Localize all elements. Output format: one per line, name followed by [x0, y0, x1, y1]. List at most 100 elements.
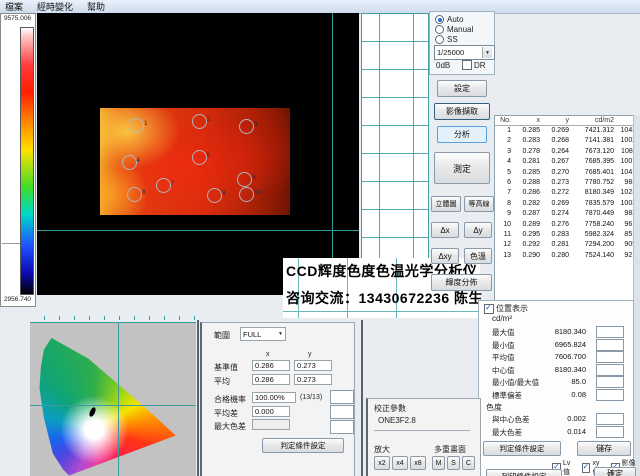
zoom-x4-button[interactable]: x4: [392, 456, 408, 470]
position-display-label: 位置表示: [496, 303, 528, 314]
indicator-box: [596, 389, 624, 401]
print-condition-button[interactable]: 列印條件設定: [486, 469, 562, 476]
menu-item-help[interactable]: 幫助: [87, 0, 105, 13]
indicator-box: [596, 426, 624, 438]
ok-button[interactable]: 確定: [594, 467, 636, 476]
contour-button[interactable]: 等高線: [464, 196, 494, 212]
measure-point-marker: 7: [156, 178, 171, 193]
table-row[interactable]: 20.2830.2687141.38110025: [495, 136, 640, 146]
table-row[interactable]: 10.2850.2697421.31210434: [495, 126, 640, 137]
view-3d-button[interactable]: 立體圖: [431, 196, 461, 212]
dr-checkbox[interactable]: DR: [462, 60, 486, 70]
reference-x-field[interactable]: 0.286: [252, 360, 290, 371]
indicator-box: [596, 326, 624, 338]
table-row[interactable]: 130.2900.2807524.1409217: [495, 251, 640, 261]
stat-label: 平均值: [492, 352, 515, 363]
table-cell: 3: [495, 147, 512, 157]
grid-line: [413, 14, 414, 296]
image-capture-button[interactable]: 影像擷取: [434, 103, 490, 120]
delta-y-button[interactable]: Δy: [464, 222, 492, 238]
stat-row: 最小值/最大值85.0: [478, 376, 632, 389]
table-cell: 1: [495, 126, 512, 137]
position-display-checkbox[interactable]: 位置表示: [484, 303, 528, 314]
table-cell: 0.276: [541, 220, 570, 230]
stat-row: 平均值 7606.700: [478, 351, 632, 364]
reference-y-field[interactable]: 0.273: [294, 360, 332, 371]
table-row[interactable]: 120.2920.2817294.2009053: [495, 240, 640, 250]
stat-value: 0.08: [571, 390, 586, 399]
measure-point-marker: 10: [239, 187, 254, 202]
indicator-box: [330, 390, 354, 404]
indicator-box: [330, 405, 354, 419]
color-temp-button[interactable]: 色溫: [464, 248, 492, 264]
cie-horseshoe: [38, 329, 186, 476]
exposure-control-box: Auto Manual SS 1/25000 ▼ 0dB DR: [429, 11, 495, 75]
stat-value: 7606.700: [555, 352, 586, 361]
table-cell: 0.292: [512, 240, 541, 250]
table-cell: 11: [495, 230, 512, 240]
measure-point-marker: 8: [127, 187, 142, 202]
table-row[interactable]: 60.2880.2737780.7529834: [495, 178, 640, 188]
multi-s-button[interactable]: S: [447, 456, 460, 470]
average-x-field[interactable]: 0.286: [252, 374, 290, 385]
analyze-button[interactable]: 分析: [437, 126, 487, 143]
radio-auto[interactable]: Auto: [435, 15, 463, 24]
pass-rate-field: 100.00%: [252, 392, 296, 403]
shutter-speed-select[interactable]: 1/25000 ▼: [434, 45, 495, 60]
luminance-distribution-button[interactable]: 輝度分佈: [431, 274, 492, 291]
stat-row: 標準偏差0.08: [478, 389, 632, 402]
radio-manual[interactable]: Manual: [435, 25, 473, 34]
menu-item-time-change[interactable]: 經時變化: [37, 0, 73, 13]
camera-display[interactable]: 12345678910: [37, 13, 359, 295]
calibration-value: ONE3F2.8: [378, 416, 416, 425]
multi-m-button[interactable]: M: [432, 456, 445, 470]
crosshair-vertical: [332, 13, 333, 295]
table-row[interactable]: 70.2860.2728180.34910238: [495, 188, 640, 198]
judge-condition-button[interactable]: 判定條件設定: [483, 441, 561, 456]
zoom-x2-button[interactable]: x2: [374, 456, 390, 470]
measure-point-number: 8: [142, 190, 145, 196]
table-cell: 7673.120: [570, 147, 615, 157]
menu-item-file[interactable]: 檔案: [5, 0, 23, 13]
reference-label: 基準值: [214, 362, 238, 373]
splitter: [361, 320, 363, 476]
stat-value: 0.014: [567, 427, 586, 436]
stat-row: 與中心色差0.002: [478, 413, 632, 426]
table-row[interactable]: 90.2870.2747870.4499832: [495, 209, 640, 219]
delta-xy-button[interactable]: Δxy: [431, 248, 459, 264]
settings-button[interactable]: 設定: [437, 80, 487, 97]
average-y-field[interactable]: 0.273: [294, 374, 332, 385]
table-cell: 7758.240: [570, 220, 615, 230]
thermal-luminance-image[interactable]: 12345678910: [100, 108, 290, 215]
table-row[interactable]: 30.2780.2647673.12010811: [495, 147, 640, 157]
radio-manual-label: Manual: [447, 25, 473, 34]
table-cell: 0.285: [512, 126, 541, 137]
scale-tick: [2, 243, 20, 244]
table-cell: 0.273: [541, 178, 570, 188]
measure-point-marker: 5: [192, 150, 207, 165]
col-no: No.: [495, 116, 512, 126]
table-cell: 12: [495, 240, 512, 250]
multi-c-button[interactable]: C: [462, 456, 475, 470]
stat-value: 85.0: [571, 377, 586, 386]
table-row[interactable]: 50.2850.2707685.40110416: [495, 168, 640, 178]
scrollbar[interactable]: [633, 115, 640, 476]
save-button[interactable]: 儲存: [577, 441, 631, 456]
table-cell: 0.282: [512, 199, 541, 209]
cie-diagram-panel[interactable]: [30, 322, 196, 476]
measurement-table[interactable]: No. x y cd/m2 K 10.2850.2697421.31210434…: [495, 116, 640, 261]
average-label: 平均: [214, 376, 230, 387]
table-cell: 0.285: [512, 168, 541, 178]
delta-x-button[interactable]: Δx: [431, 222, 459, 238]
table-row[interactable]: 100.2890.2767758.2409618: [495, 220, 640, 230]
table-row[interactable]: 80.2820.2697835.57910032: [495, 199, 640, 209]
range-select[interactable]: FULL ▼: [240, 327, 286, 341]
table-row[interactable]: 40.2810.2677685.39510077: [495, 157, 640, 167]
watermark-contact: 咨询交流：13430672236 陈生: [286, 288, 483, 308]
measure-button[interactable]: 測定: [434, 152, 490, 184]
zoom-x8-button[interactable]: x8: [410, 456, 426, 470]
radio-ss[interactable]: SS: [435, 35, 458, 44]
judge-condition-button-range[interactable]: 判定條件設定: [262, 438, 344, 453]
measure-point-number: 7: [171, 181, 174, 187]
table-row[interactable]: 110.2950.2835982.3248514: [495, 230, 640, 240]
